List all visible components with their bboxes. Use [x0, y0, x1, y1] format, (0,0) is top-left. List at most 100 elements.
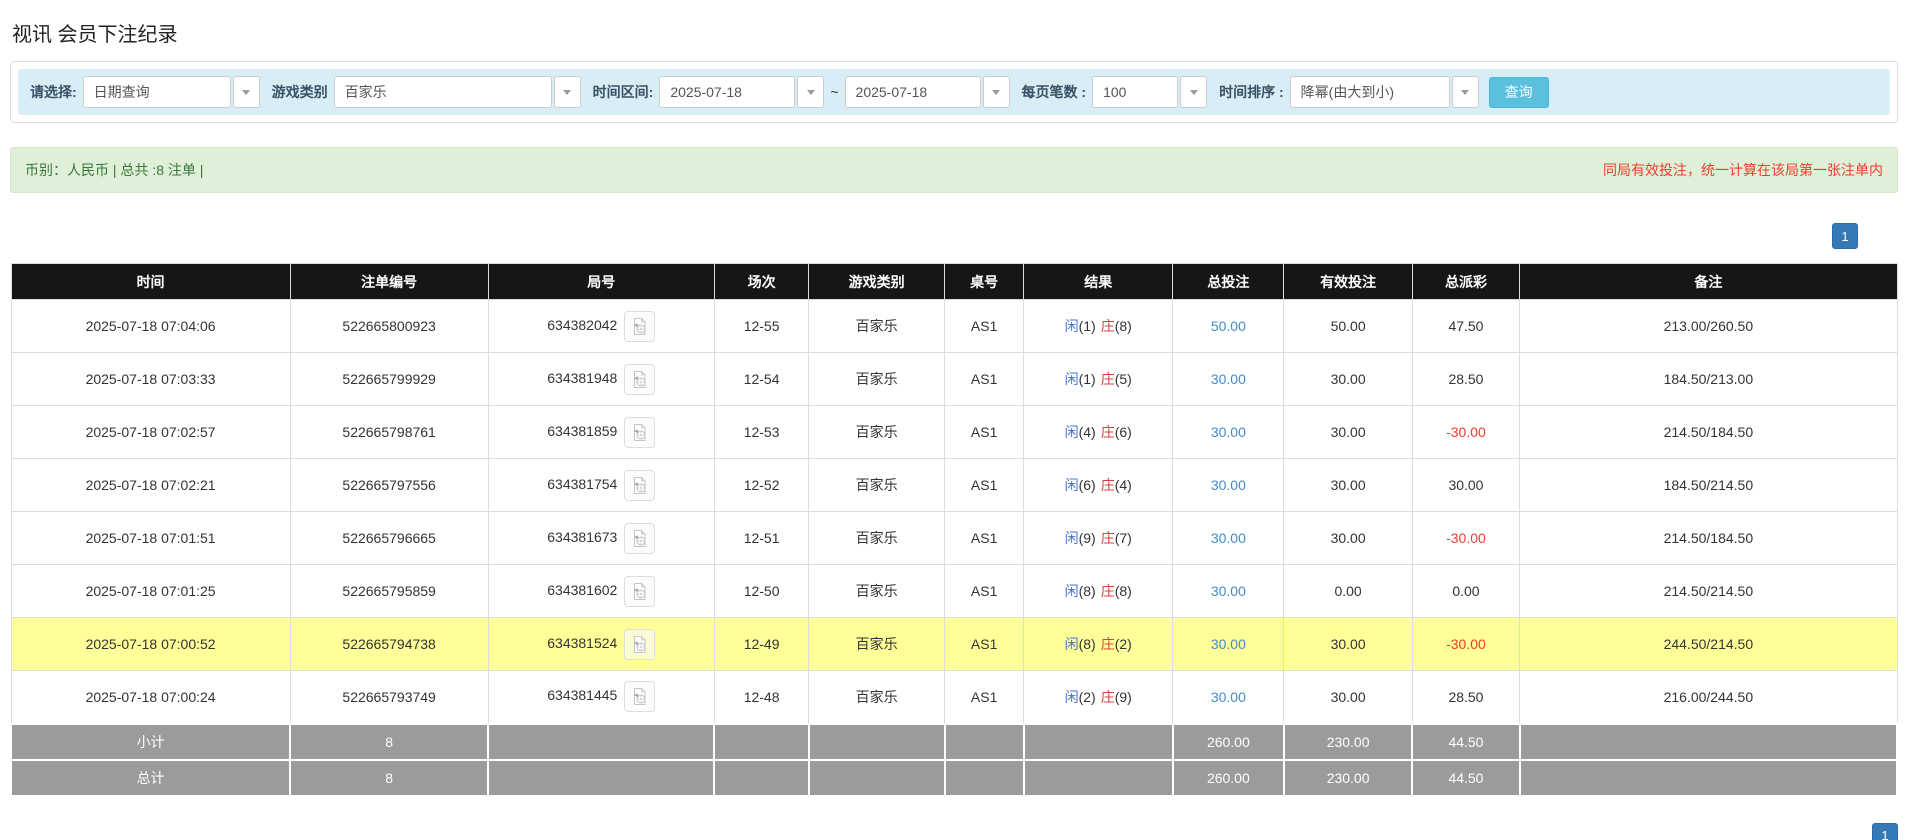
total-bet-link[interactable]: 30.00 — [1211, 371, 1246, 387]
summary-currency-total: 币别：人民币 | 总共 :8 注单 | — [25, 160, 203, 180]
summary-total-bet: 260.00 — [1173, 724, 1284, 760]
cell-session: 12-49 — [714, 618, 808, 671]
cell-payout: -30.00 — [1412, 512, 1520, 565]
cell-session: 12-50 — [714, 565, 808, 618]
video-replay-button[interactable] — [624, 576, 655, 607]
page-title: 视讯 会员下注纪录 — [12, 18, 1898, 47]
page-1-button[interactable]: 1 — [1832, 223, 1858, 249]
cell-valid-bet: 30.00 — [1284, 406, 1412, 459]
total-bet-link[interactable]: 30.00 — [1211, 636, 1246, 652]
column-header: 时间 — [11, 264, 290, 300]
cell-round-number: 634381673 — [488, 512, 714, 565]
summary-notice: 同局有效投注，统一计算在该局第一张注单内 — [1603, 160, 1883, 180]
table-header: 时间注单编号局号场次游戏类别桌号结果总投注有效投注总派彩备注 — [11, 264, 1897, 300]
video-replay-button[interactable] — [624, 523, 655, 554]
column-header: 局号 — [488, 264, 714, 300]
cell-table-number: AS1 — [945, 671, 1024, 724]
cell-result: 闲(4)庄(6) — [1024, 406, 1173, 459]
total-bet-link[interactable]: 30.00 — [1211, 530, 1246, 546]
summary-payout: 44.50 — [1412, 760, 1520, 796]
cell-remark: 214.50/214.50 — [1520, 565, 1897, 618]
video-file-icon — [630, 529, 649, 548]
table-summary-row: 小计 8 260.00 230.00 44.50 — [11, 724, 1897, 760]
cell-result: 闲(8)庄(2) — [1024, 618, 1173, 671]
cell-bet-number: 522665795859 — [290, 565, 488, 618]
column-header: 桌号 — [945, 264, 1024, 300]
filter-panel: 请选择: 日期查询 游戏类别 百家乐 时间区间: 2025-07-18 ~ 20… — [10, 61, 1898, 123]
total-bet-link[interactable]: 30.00 — [1211, 477, 1246, 493]
cell-bet-number: 522665793749 — [290, 671, 488, 724]
video-replay-button[interactable] — [624, 470, 655, 501]
date-from-select[interactable]: 2025-07-18 — [659, 76, 795, 108]
game-type-caret-button[interactable] — [554, 76, 581, 108]
date-to-caret-button[interactable] — [983, 76, 1010, 108]
column-header: 场次 — [714, 264, 808, 300]
cell-time: 2025-07-18 07:02:21 — [11, 459, 290, 512]
table-row: 2025-07-18 07:03:33 522665799929 6343819… — [11, 353, 1897, 406]
cell-session: 12-51 — [714, 512, 808, 565]
total-bet-link[interactable]: 50.00 — [1211, 318, 1246, 334]
column-header: 注单编号 — [290, 264, 488, 300]
cell-game-type: 百家乐 — [809, 353, 945, 406]
chevron-down-icon — [992, 90, 1000, 95]
search-button[interactable]: 查询 — [1489, 77, 1549, 108]
query-type-label: 请选择: — [30, 82, 77, 102]
chevron-down-icon — [1190, 90, 1198, 95]
date-to-select[interactable]: 2025-07-18 — [845, 76, 981, 108]
cell-remark: 214.50/184.50 — [1520, 406, 1897, 459]
total-bet-link[interactable]: 30.00 — [1211, 689, 1246, 705]
total-bet-link[interactable]: 30.00 — [1211, 424, 1246, 440]
chevron-down-icon — [242, 90, 250, 95]
column-header: 总投注 — [1173, 264, 1284, 300]
cell-session: 12-54 — [714, 353, 808, 406]
cell-total-bet: 30.00 — [1173, 459, 1284, 512]
page-1-button-bottom[interactable]: 1 — [1872, 823, 1898, 840]
pagination-top: 1 — [10, 223, 1858, 249]
chevron-down-icon — [563, 90, 571, 95]
query-type-caret-button[interactable] — [233, 76, 260, 108]
game-type-select[interactable]: 百家乐 — [334, 76, 552, 108]
cell-payout: 28.50 — [1412, 353, 1520, 406]
cell-round-number: 634381445 — [488, 671, 714, 724]
cell-game-type: 百家乐 — [809, 300, 945, 353]
video-replay-button[interactable] — [624, 417, 655, 448]
cell-table-number: AS1 — [945, 459, 1024, 512]
cell-result: 闲(1)庄(5) — [1024, 353, 1173, 406]
summary-label: 小计 — [11, 724, 290, 760]
cell-valid-bet: 30.00 — [1284, 353, 1412, 406]
summary-label: 总计 — [11, 760, 290, 796]
cell-remark: 213.00/260.50 — [1520, 300, 1897, 353]
cell-bet-number: 522665796665 — [290, 512, 488, 565]
cell-valid-bet: 30.00 — [1284, 671, 1412, 724]
cell-payout: -30.00 — [1412, 406, 1520, 459]
date-range-separator: ~ — [830, 84, 838, 100]
cell-remark: 184.50/214.50 — [1520, 459, 1897, 512]
cell-round-number: 634381859 — [488, 406, 714, 459]
table-header-row: 时间注单编号局号场次游戏类别桌号结果总投注有效投注总派彩备注 — [11, 264, 1897, 300]
video-file-icon — [630, 370, 649, 389]
video-replay-button[interactable] — [624, 681, 655, 712]
sort-order-caret-button[interactable] — [1452, 76, 1479, 108]
cell-game-type: 百家乐 — [809, 565, 945, 618]
sort-order-select[interactable]: 降幂(由大到小) — [1290, 76, 1450, 108]
cell-valid-bet: 0.00 — [1284, 565, 1412, 618]
game-type-label: 游戏类别 — [272, 82, 328, 102]
page-size-caret-button[interactable] — [1180, 76, 1207, 108]
page: 视讯 会员下注纪录 请选择: 日期查询 游戏类别 百家乐 时间区间: 2025-… — [0, 0, 1908, 840]
cell-bet-number: 522665794738 — [290, 618, 488, 671]
chevron-down-icon — [807, 90, 815, 95]
table-row: 2025-07-18 07:00:24 522665793749 6343814… — [11, 671, 1897, 724]
cell-time: 2025-07-18 07:03:33 — [11, 353, 290, 406]
video-replay-button[interactable] — [624, 629, 655, 660]
video-replay-button[interactable] — [624, 364, 655, 395]
cell-total-bet: 30.00 — [1173, 512, 1284, 565]
cell-game-type: 百家乐 — [809, 671, 945, 724]
total-bet-link[interactable]: 30.00 — [1211, 583, 1246, 599]
video-replay-button[interactable] — [624, 311, 655, 342]
column-header: 有效投注 — [1284, 264, 1412, 300]
cell-payout: 30.00 — [1412, 459, 1520, 512]
date-from-caret-button[interactable] — [797, 76, 824, 108]
page-size-select[interactable]: 100 — [1092, 76, 1178, 108]
sort-order-label: 时间排序 : — [1219, 82, 1284, 102]
query-type-select[interactable]: 日期查询 — [83, 76, 231, 108]
